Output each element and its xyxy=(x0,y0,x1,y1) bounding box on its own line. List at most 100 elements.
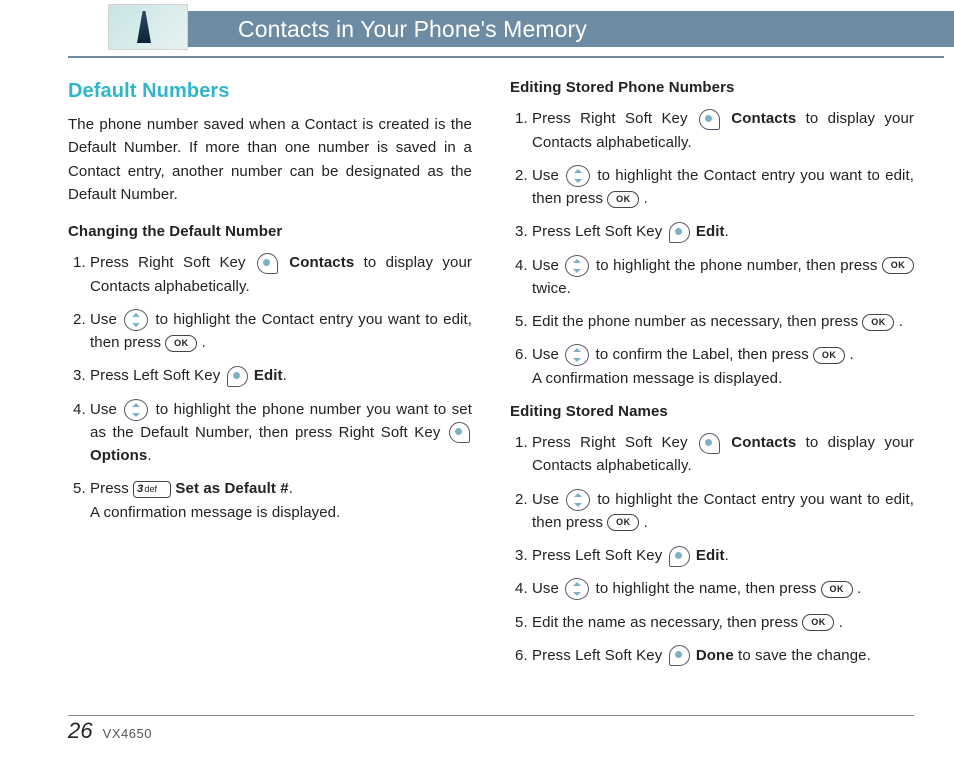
nav-key-icon xyxy=(565,255,589,277)
step: Press Right Soft Key Contacts to display… xyxy=(532,107,914,154)
step: Use to highlight the phone number you wa… xyxy=(90,398,472,468)
steps-edit-numbers: Press Right Soft Key Contacts to display… xyxy=(510,107,914,390)
header: Contacts in Your Phone's Memory xyxy=(0,0,954,48)
label-contacts: Contacts xyxy=(289,254,354,271)
ok-key-icon: OK xyxy=(607,191,639,208)
right-column: Editing Stored Phone Numbers Press Right… xyxy=(510,76,914,677)
step: Press Right Soft Key Contacts to display… xyxy=(532,431,914,478)
right-softkey-icon xyxy=(449,422,470,443)
step: Use to highlight the Contact entry you w… xyxy=(90,308,472,355)
text: . xyxy=(725,547,729,564)
text: . xyxy=(644,514,648,531)
step: Use to highlight the Contact entry you w… xyxy=(532,164,914,211)
nav-key-icon xyxy=(124,309,148,331)
text: Edit the name as necessary, then press xyxy=(532,614,798,631)
ok-key-icon: OK xyxy=(607,514,639,531)
steps-change-default: Press Right Soft Key Contacts to display… xyxy=(68,251,472,524)
text: Use xyxy=(532,167,559,184)
step: Use to highlight the name, then press OK… xyxy=(532,577,914,600)
step: Use to highlight the phone number, then … xyxy=(532,254,914,301)
text: . xyxy=(857,580,861,597)
label-set-default: Set as Default # xyxy=(175,480,288,497)
number-3-key-icon: 3def xyxy=(133,481,171,498)
text: . xyxy=(849,346,853,363)
nav-key-icon xyxy=(124,399,148,421)
step: Edit the phone number as necessary, then… xyxy=(532,310,914,333)
text: A confirmation message is displayed. xyxy=(90,504,340,521)
label-edit: Edit xyxy=(696,547,725,564)
text: Use xyxy=(532,346,559,363)
text: to save the change. xyxy=(738,647,871,664)
text: Press Left Soft Key xyxy=(90,367,220,384)
text: . xyxy=(289,480,293,497)
label-contacts: Contacts xyxy=(731,434,796,451)
left-softkey-icon xyxy=(669,546,690,567)
step: Press Left Soft Key Edit. xyxy=(90,364,472,387)
text: . xyxy=(839,614,843,631)
text: . xyxy=(283,367,287,384)
text: Edit the phone number as necessary, then… xyxy=(532,313,858,330)
text: Use xyxy=(532,491,559,508)
steps-edit-names: Press Right Soft Key Contacts to display… xyxy=(510,431,914,667)
text: twice. xyxy=(532,280,571,297)
step: Use to highlight the Contact entry you w… xyxy=(532,488,914,535)
ok-key-icon: OK xyxy=(802,614,834,631)
label-contacts: Contacts xyxy=(731,110,796,127)
text: . xyxy=(202,334,206,351)
step: Edit the name as necessary, then press O… xyxy=(532,611,914,634)
ok-key-icon: OK xyxy=(862,314,894,331)
header-rule xyxy=(68,56,944,58)
text: to confirm the Label, then press xyxy=(596,346,809,363)
left-softkey-icon xyxy=(669,645,690,666)
ok-key-icon: OK xyxy=(821,581,853,598)
right-softkey-icon xyxy=(257,253,278,274)
right-softkey-icon xyxy=(699,109,720,130)
left-softkey-icon xyxy=(669,222,690,243)
footer-rule xyxy=(68,715,914,716)
section-heading: Default Numbers xyxy=(68,76,472,107)
step: Press 3def Set as Default #. A confirmat… xyxy=(90,477,472,524)
text: A confirmation message is displayed. xyxy=(532,370,782,387)
nav-key-icon xyxy=(565,578,589,600)
right-softkey-icon xyxy=(699,433,720,454)
text: Use xyxy=(90,311,117,328)
step: Press Left Soft Key Edit. xyxy=(532,220,914,243)
label-edit: Edit xyxy=(254,367,283,384)
step: Use to confirm the Label, then press OK … xyxy=(532,343,914,390)
nav-key-icon xyxy=(566,165,590,187)
subheading-edit-numbers: Editing Stored Phone Numbers xyxy=(510,76,914,99)
header-photo xyxy=(108,4,188,50)
step: Press Left Soft Key Done to save the cha… xyxy=(532,644,914,667)
nav-key-icon xyxy=(565,344,589,366)
ok-key-icon: OK xyxy=(165,335,197,352)
left-softkey-icon xyxy=(227,366,248,387)
text: . xyxy=(899,313,903,330)
text: Press Right Soft Key xyxy=(532,434,688,451)
ok-key-icon: OK xyxy=(882,257,914,274)
page-title-banner: Contacts in Your Phone's Memory xyxy=(188,11,954,47)
text: to highlight the name, then press xyxy=(596,580,817,597)
ok-key-icon: OK xyxy=(813,347,845,364)
text: to highlight the phone number, then pres… xyxy=(596,257,877,274)
text: Press xyxy=(90,480,129,497)
label-options: Options xyxy=(90,447,147,464)
text: Press Left Soft Key xyxy=(532,223,662,240)
page-number: 26 xyxy=(68,718,93,744)
step: Press Right Soft Key Contacts to display… xyxy=(90,251,472,298)
step: Press Left Soft Key Edit. xyxy=(532,544,914,567)
text: Press Right Soft Key xyxy=(90,254,246,271)
text: Press Left Soft Key xyxy=(532,647,662,664)
text: . xyxy=(644,190,648,207)
left-column: Default Numbers The phone number saved w… xyxy=(68,76,472,677)
text: . xyxy=(147,447,151,464)
text: Use xyxy=(90,401,117,418)
label-done: Done xyxy=(696,647,734,664)
text: . xyxy=(725,223,729,240)
text: Press Right Soft Key xyxy=(532,110,688,127)
text: Use xyxy=(532,257,559,274)
subheading-change-default: Changing the Default Number xyxy=(68,220,472,243)
text: Use xyxy=(532,580,559,597)
subheading-edit-names: Editing Stored Names xyxy=(510,400,914,423)
text: Press Left Soft Key xyxy=(532,547,662,564)
model-number: VX4650 xyxy=(103,726,152,741)
